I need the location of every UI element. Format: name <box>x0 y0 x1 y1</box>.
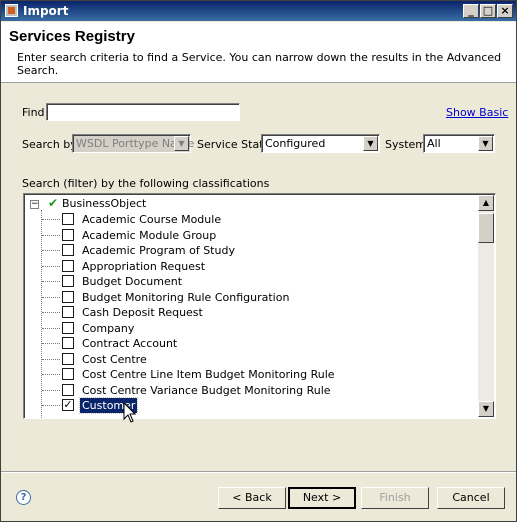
tree-item-checkbox[interactable] <box>62 306 74 318</box>
title-bar[interactable]: Import _ □ × <box>1 1 516 21</box>
next-button[interactable]: Next > <box>288 487 356 509</box>
system-select[interactable]: All ▼ <box>423 134 495 153</box>
tree-item-checkbox[interactable] <box>62 228 74 241</box>
tree-connector <box>42 343 60 344</box>
tree-item-checkbox[interactable] <box>62 337 74 349</box>
finish-button: Finish <box>361 487 429 509</box>
vertical-scrollbar[interactable]: ▲ ▼ <box>478 195 494 417</box>
classification-tree[interactable]: − ✔ BusinessObject Academic Course Modul… <box>23 193 496 419</box>
find-input[interactable] <box>46 103 240 121</box>
tree-item-label[interactable]: Cost Centre Line Item Budget Monitoring … <box>80 367 337 382</box>
service-state-select[interactable]: Configured ▼ <box>261 134 380 153</box>
tree-item-label[interactable]: Academic Program of Study <box>80 243 237 258</box>
tree-item-checkbox[interactable]: ✓ <box>62 399 74 411</box>
footer-separator <box>1 471 516 473</box>
tree-item-checkbox[interactable] <box>62 383 74 396</box>
show-basic-link[interactable]: Show Basic <box>446 106 508 119</box>
tree-item-label[interactable]: Cost Centre <box>80 352 149 367</box>
tree-connector <box>42 358 60 360</box>
tree-connector <box>42 265 60 267</box>
search-by-label: Search by <box>22 138 77 151</box>
wizard-header: Services Registry Enter search criteria … <box>1 22 516 83</box>
tree-item-label[interactable]: Budget Document <box>80 274 184 289</box>
page-description: Enter search criteria to find a Service.… <box>17 51 502 77</box>
cancel-button[interactable]: Cancel <box>437 487 505 509</box>
search-by-select: WSDL Porttype Name ▼ <box>72 134 194 153</box>
checkmark-icon: ✔ <box>48 196 59 210</box>
tree-connector <box>42 389 60 391</box>
service-state-value: Configured <box>265 137 326 150</box>
tree-item-checkbox[interactable] <box>62 275 74 287</box>
tree-connector <box>42 234 60 236</box>
window-title: Import <box>23 4 69 18</box>
tree-connector <box>42 327 60 329</box>
tree-item-checkbox[interactable] <box>62 259 74 272</box>
import-dialog: Import _ □ × Services Registry Enter sea… <box>0 0 517 522</box>
tree-connector <box>42 281 60 282</box>
tree-item-label[interactable]: Academic Module Group <box>80 228 218 243</box>
tree-item-label[interactable]: Academic Course Module <box>80 212 223 227</box>
classifications-label: Search (filter) by the following classif… <box>22 177 270 190</box>
tree-connector <box>42 250 60 251</box>
tree-item-label[interactable]: Cost Centre Variance Budget Monitoring R… <box>80 383 333 398</box>
back-button[interactable]: < Back <box>218 487 286 509</box>
help-icon[interactable]: ? <box>16 490 31 505</box>
scroll-down-button[interactable]: ▼ <box>478 401 494 417</box>
tree-item-checkbox[interactable] <box>62 244 74 256</box>
tree-item-label[interactable]: Contract Account <box>80 336 179 351</box>
tree-item-label[interactable]: Cash Deposit Request <box>80 305 205 320</box>
tree-item-checkbox[interactable] <box>62 290 74 303</box>
tree-connector <box>42 405 60 406</box>
tree-connector <box>42 296 60 298</box>
page-title: Services Registry <box>9 28 135 45</box>
tree-item-label[interactable]: Budget Monitoring Rule Configuration <box>80 290 291 305</box>
mouse-pointer-icon <box>123 402 137 423</box>
scroll-up-button[interactable]: ▲ <box>478 195 494 211</box>
scroll-thumb[interactable] <box>478 213 494 243</box>
tree-guide-line <box>41 210 42 418</box>
tree-connector <box>42 374 60 375</box>
tree-connector <box>42 219 60 220</box>
tree-root-label: BusinessObject <box>62 197 147 210</box>
service-state-label: Service State <box>197 138 271 151</box>
find-label: Find <box>22 106 45 119</box>
tree-item-checkbox[interactable] <box>62 213 74 225</box>
tree-connector <box>42 312 60 313</box>
dropdown-arrow-icon[interactable]: ▼ <box>478 136 493 151</box>
tree-item-label[interactable]: Appropriation Request <box>80 259 207 274</box>
tree-item-checkbox[interactable] <box>62 321 74 334</box>
tree-item-checkbox[interactable] <box>62 352 74 365</box>
minimize-button[interactable]: _ <box>463 4 479 18</box>
dropdown-arrow-icon[interactable]: ▼ <box>363 136 378 151</box>
system-label: System <box>385 138 427 151</box>
dropdown-arrow-icon: ▼ <box>174 136 189 151</box>
tree-item-checkbox[interactable] <box>62 368 74 380</box>
maximize-button[interactable]: □ <box>480 4 496 18</box>
app-icon <box>5 4 18 17</box>
tree-item-label[interactable]: Company <box>80 321 136 336</box>
system-value: All <box>427 137 441 150</box>
close-button[interactable]: × <box>497 4 513 18</box>
collapse-icon[interactable]: − <box>30 200 39 209</box>
